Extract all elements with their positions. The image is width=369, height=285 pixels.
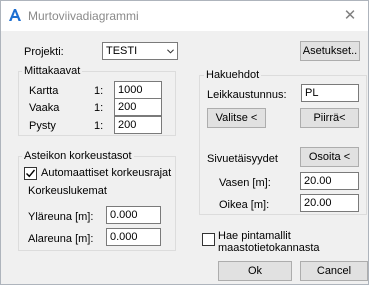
checkmark-icon [26, 169, 36, 178]
scale-horizontal-input[interactable]: 200 [114, 98, 162, 116]
project-value: TESTI [106, 45, 138, 57]
lower-edge-label: Alareuna [m]: [28, 233, 94, 245]
fetch-surfaces-checkbox[interactable] [202, 233, 215, 246]
title-bar: Murtoviivadiagrammi ✕ [1, 1, 368, 31]
left-offset-input[interactable]: 20.00 [300, 172, 359, 190]
chevron-down-icon [167, 49, 174, 54]
dialog-window: Murtoviivadiagrammi ✕ Projekti: TESTI As… [0, 0, 369, 285]
select-button[interactable]: Valitse < [207, 108, 266, 128]
draw-button[interactable]: Piirrä< [300, 108, 359, 128]
search-legend: Hakuehdot [204, 69, 262, 81]
scale-vertical-input[interactable]: 200 [114, 116, 162, 134]
right-offset-label: Oikea [m]: [219, 199, 270, 211]
auto-heights-checkbox[interactable] [24, 167, 37, 180]
close-icon[interactable]: ✕ [340, 6, 360, 26]
cancel-button[interactable]: Cancel [300, 261, 368, 281]
upper-edge-label: Yläreuna [m]: [28, 211, 94, 223]
fetch-surfaces-label-line1: Hae pintamallit [218, 230, 291, 242]
height-levels-label: Korkeuslukemat [28, 185, 107, 197]
fetch-surfaces-label-line2: maastotietokannasta [218, 242, 320, 254]
scale-vertical-prefix: 1: [94, 120, 104, 132]
offsets-label: Sivuetäisyydet [207, 153, 278, 165]
section-id-input[interactable]: PL [301, 84, 359, 102]
heights-legend: Asteikon korkeustasot [22, 150, 134, 162]
left-offset-label: Vasen [m]: [219, 177, 271, 189]
scale-map-prefix: 1: [94, 85, 104, 97]
section-id-label: Leikkaustunnus: [207, 89, 287, 101]
scale-horizontal-prefix: 1: [94, 102, 104, 114]
ok-button[interactable]: Ok [218, 261, 292, 281]
project-select[interactable]: TESTI [102, 42, 178, 60]
settings-button[interactable]: Asetukset.. [300, 41, 360, 61]
scale-horizontal-label: Vaaka [29, 102, 60, 114]
scale-vertical-label: Pysty [29, 120, 56, 132]
upper-edge-input[interactable]: 0.000 [106, 206, 161, 224]
window-title: Murtoviivadiagrammi [28, 9, 139, 23]
scales-legend: Mittakaavat [22, 65, 83, 77]
scale-map-input[interactable]: 1000 [114, 81, 162, 99]
lower-edge-input[interactable]: 0.000 [106, 228, 161, 246]
project-label: Projekti: [24, 46, 64, 58]
right-offset-input[interactable]: 20.00 [300, 194, 359, 212]
scale-map-label: Kartta [29, 85, 59, 97]
auto-heights-label: Automaattiset korkeusrajat [41, 167, 172, 179]
point-button[interactable]: Osoita < [300, 147, 359, 167]
autocad-logo-icon [9, 9, 21, 21]
